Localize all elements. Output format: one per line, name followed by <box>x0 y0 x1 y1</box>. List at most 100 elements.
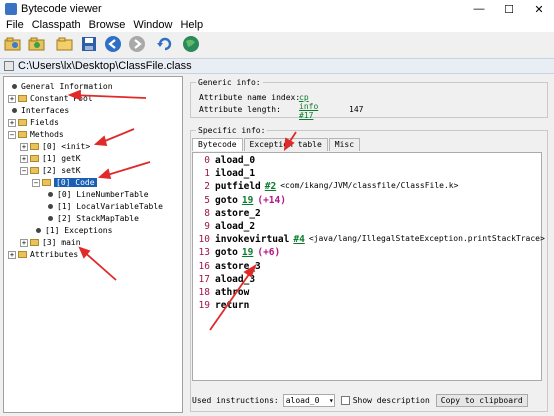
tree-label: [1] LocalVariableTable <box>57 202 163 211</box>
maximize-button[interactable]: ☐ <box>494 0 524 18</box>
detail-tabs: Bytecode Exception table Misc <box>192 138 361 151</box>
expand-icon[interactable]: + <box>20 238 28 247</box>
operand-link[interactable]: #2 <box>265 181 276 194</box>
leaf-icon <box>48 204 53 209</box>
copy-to-clipboard-button[interactable]: Copy to clipboard <box>435 393 528 407</box>
tab-bytecode[interactable]: Bytecode <box>192 138 243 151</box>
tree-item-code[interactable]: − [0] Code <box>32 177 97 188</box>
open-icon[interactable] <box>2 34 23 55</box>
operand-link[interactable]: #4 <box>293 234 304 247</box>
tree-item-local-variable-table[interactable]: [1] LocalVariableTable <box>46 201 163 212</box>
open-classpath-icon[interactable] <box>26 34 47 55</box>
line-number: 1 <box>204 168 210 180</box>
close-button[interactable]: ✕ <box>524 0 554 18</box>
file-path: C:\Users\lx\Desktop\ClassFile.class <box>18 60 192 72</box>
attribute-name-link[interactable]: cp info #17 <box>299 93 318 120</box>
menu-classpath[interactable]: Classpath <box>28 19 85 31</box>
menu-help[interactable]: Help <box>176 19 207 31</box>
expand-icon[interactable]: + <box>20 154 28 163</box>
expand-icon[interactable]: + <box>8 94 16 103</box>
menu-file[interactable]: File <box>2 19 28 31</box>
tree-item-general[interactable]: General Information <box>10 81 113 92</box>
tree-item-stack-map-table[interactable]: [2] StackMapTable <box>46 213 139 224</box>
tree-item-attributes[interactable]: + Attributes <box>8 249 78 260</box>
tree-label: [1] Exceptions <box>45 226 113 235</box>
bytecode-footer: Used instructions: aload_0 ▾ Show descrip… <box>192 392 548 408</box>
show-description-label: Show description <box>352 395 430 405</box>
toolbar <box>0 32 554 56</box>
opcode: goto <box>215 194 238 206</box>
structure-tree: General Information + Constant Pool Inter… <box>3 76 183 413</box>
opcode: aload_2 <box>215 221 256 232</box>
back-icon[interactable] <box>102 34 123 55</box>
tree-item-exceptions[interactable]: [1] Exceptions <box>34 225 112 236</box>
line-number: 8 <box>204 207 210 219</box>
line-number: 0 <box>204 155 210 166</box>
collapse-icon[interactable]: − <box>32 178 40 187</box>
tree-item-constant-pool[interactable]: + Constant Pool <box>8 93 93 104</box>
branch-offset: (+6) <box>257 247 281 259</box>
bytecode-line: 17 aload_3 <box>193 273 256 287</box>
line-number: 5 <box>204 194 210 206</box>
tree-item-method-setk[interactable]: − [2] setK <box>20 165 81 176</box>
tree-item-methods[interactable]: − Methods <box>8 129 64 140</box>
collapse-icon[interactable]: − <box>8 130 16 139</box>
used-instructions-label: Used instructions: <box>192 395 279 405</box>
bytecode-line: 2 putfield #2 <com/ikang/JVM/classfile/Clas… <box>193 181 458 194</box>
browser-icon[interactable] <box>180 34 201 55</box>
refresh-icon[interactable] <box>154 34 175 55</box>
tree-item-interfaces[interactable]: Interfaces <box>10 105 69 116</box>
expand-icon[interactable]: + <box>8 118 16 127</box>
attribute-name-label: Attribute name index: <box>199 93 301 102</box>
folder-icon <box>30 143 39 150</box>
operand-comment: <java/lang/IllegalStateException.printSt… <box>308 234 545 244</box>
tree-item-method-init[interactable]: + [0] <init> <box>20 141 90 152</box>
tree-item-line-number-table[interactable]: [0] LineNumberTable <box>46 189 149 200</box>
line-number: 19 <box>198 300 210 312</box>
opcode: return <box>215 300 250 312</box>
bytecode-listing[interactable]: 0 aload_0 1 iload_1 2 putfield #2 <com/ikang/JV… <box>192 152 545 381</box>
leaf-icon <box>36 228 41 233</box>
tree-item-fields[interactable]: + Fields <box>8 117 59 128</box>
line-number: 13 <box>198 247 210 259</box>
expand-icon[interactable]: + <box>20 142 28 151</box>
file-path-bar: C:\Users\lx\Desktop\ClassFile.class <box>0 58 554 74</box>
title-bar: Bytecode viewer — ☐ ✕ <box>0 0 554 18</box>
operand-link[interactable]: 19 <box>242 195 253 208</box>
line-number: 2 <box>204 181 210 193</box>
bytecode-line: 10 invokevirtual #4 <java/lang/IllegalState… <box>193 234 545 247</box>
used-instructions-select[interactable]: aload_0 ▾ <box>282 393 335 407</box>
minimize-button[interactable]: — <box>464 0 494 18</box>
expand-icon[interactable]: + <box>8 250 16 259</box>
tree-label: Interfaces <box>21 106 70 115</box>
open-folder-icon[interactable] <box>54 34 75 55</box>
leaf-icon <box>48 216 53 221</box>
opcode: astore_3 <box>215 260 261 272</box>
line-number: 16 <box>198 260 210 272</box>
specific-info-legend: Specific info: <box>196 126 268 135</box>
menu-window[interactable]: Window <box>129 19 176 31</box>
menu-browse[interactable]: Browse <box>85 19 130 31</box>
tree-label: [3] main <box>42 238 81 247</box>
line-number: 17 <box>198 273 210 285</box>
bytecode-line: 1 iload_1 <box>193 168 255 181</box>
save-icon[interactable] <box>78 34 99 55</box>
operand-link[interactable]: 19 <box>242 247 253 260</box>
tree-label: Attributes <box>30 250 79 259</box>
opcode: iload_1 <box>215 168 256 180</box>
collapse-icon[interactable]: − <box>20 166 28 175</box>
bytecode-line: 13 goto 19 (+6) <box>193 247 281 260</box>
tab-exception-table[interactable]: Exception table <box>243 138 328 151</box>
tree-item-method-getk[interactable]: + [1] getK <box>20 153 81 164</box>
tab-misc[interactable]: Misc <box>328 138 361 151</box>
opcode: putfield <box>215 181 261 193</box>
forward-icon[interactable] <box>126 34 147 55</box>
show-description-checkbox[interactable] <box>340 395 350 405</box>
line-number: 18 <box>198 287 210 298</box>
tree-item-method-main[interactable]: + [3] main <box>20 237 81 248</box>
bytecode-line: 0 aload_0 <box>193 155 255 168</box>
folder-icon <box>18 95 27 102</box>
used-instructions-value: aload_0 <box>285 395 320 405</box>
file-icon <box>4 61 14 71</box>
chevron-down-icon: ▾ <box>328 395 334 405</box>
